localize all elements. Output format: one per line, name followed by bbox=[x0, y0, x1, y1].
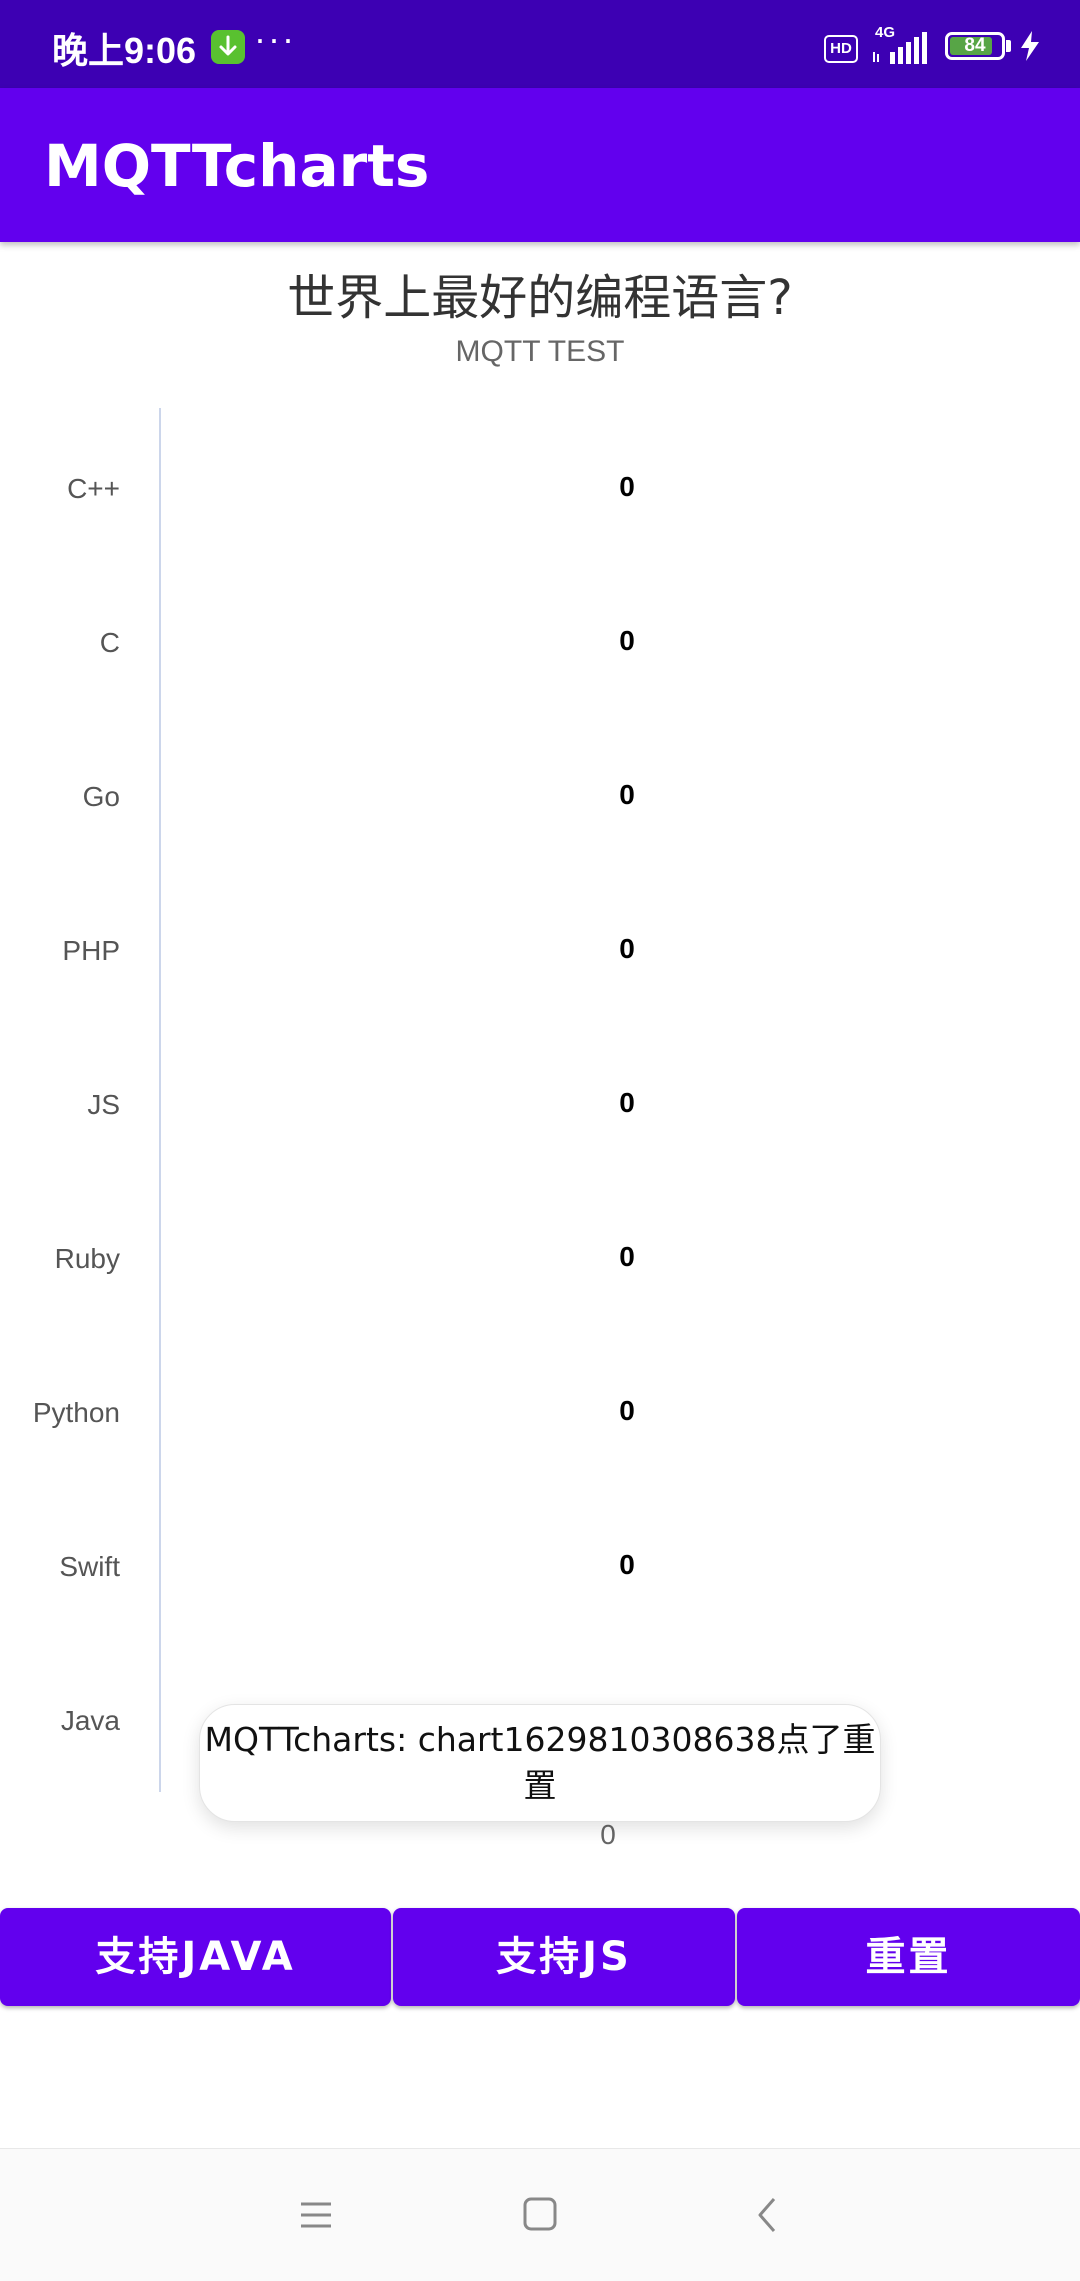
home-icon[interactable] bbox=[521, 2195, 559, 2233]
menu-icon[interactable] bbox=[298, 2197, 334, 2233]
navigation-bar bbox=[0, 2148, 1080, 2281]
support-js-button[interactable]: 支持JS bbox=[393, 1908, 735, 2006]
category-label: Java bbox=[61, 1705, 121, 1736]
reset-button[interactable]: 重置 bbox=[737, 1908, 1080, 2006]
support-java-button[interactable]: 支持JAVA bbox=[0, 1908, 391, 2006]
data-label: 0 bbox=[619, 625, 635, 656]
category-label: Go bbox=[83, 781, 120, 812]
data-label: 0 bbox=[619, 1549, 635, 1580]
toast-message: MQTTcharts: chart1629810308638点了重置 bbox=[199, 1704, 881, 1822]
data-label: 0 bbox=[619, 779, 635, 810]
x-tick-label: 0 bbox=[600, 1819, 616, 1850]
category-label: Swift bbox=[59, 1551, 120, 1582]
category-label: Ruby bbox=[55, 1243, 120, 1274]
data-label: 0 bbox=[619, 933, 635, 964]
category-label: PHP bbox=[62, 935, 120, 966]
category-label: C++ bbox=[67, 473, 120, 504]
category-label: JS bbox=[87, 1089, 120, 1120]
back-icon[interactable] bbox=[752, 2195, 782, 2235]
data-label: 0 bbox=[619, 471, 635, 502]
data-label: 0 bbox=[619, 1087, 635, 1118]
data-label: 0 bbox=[619, 1395, 635, 1426]
category-label: C bbox=[100, 627, 120, 658]
category-label: Python bbox=[33, 1397, 120, 1428]
bar-chart: C++0C0Go0PHP0JS0Ruby0Python0Swift0Java00 bbox=[33, 408, 635, 1850]
data-label: 0 bbox=[619, 1241, 635, 1272]
